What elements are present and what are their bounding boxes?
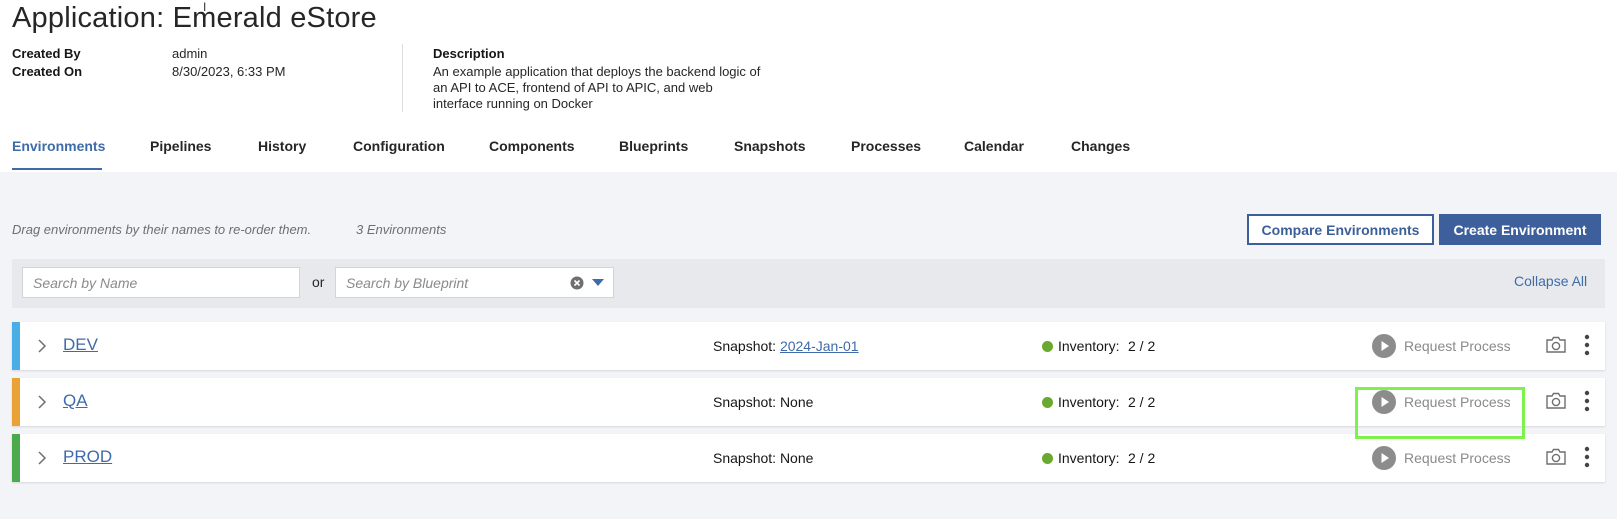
play-circle-icon <box>1372 390 1396 414</box>
camera-icon[interactable] <box>1545 335 1567 355</box>
chevron-right-icon[interactable] <box>36 450 48 466</box>
description-text: An example application that deploys the … <box>433 64 761 111</box>
snapshot-label: Snapshot: None <box>713 394 814 410</box>
play-circle-icon <box>1372 334 1396 358</box>
header-divider <box>402 44 403 112</box>
inventory-value: 2 / 2 <box>1128 450 1156 466</box>
page-title: Application: Emerald eStore <box>12 2 377 34</box>
environments-panel: Drag environments by their names to re-o… <box>0 172 1617 519</box>
environment-color-bar <box>12 378 20 426</box>
tab-changes[interactable]: Changes <box>1071 138 1130 154</box>
snapshot-link[interactable]: 2024-Jan-01 <box>780 338 859 354</box>
environment-row-qa: QA Snapshot: None Inventory: 2 / 2 Reque… <box>12 378 1605 426</box>
chevron-right-icon[interactable] <box>36 394 48 410</box>
environment-color-bar <box>12 322 20 370</box>
created-on-value: 8/30/2023, 6:33 PM <box>172 64 286 79</box>
chevron-right-icon[interactable] <box>36 338 48 354</box>
tab-history[interactable]: History <box>258 138 306 154</box>
filter-bar: or Search by Blueprint Collapse All <box>12 259 1605 308</box>
play-circle-icon <box>1372 446 1396 470</box>
tab-calendar[interactable]: Calendar <box>964 138 1024 154</box>
request-process-label: Request Process <box>1404 450 1511 466</box>
inventory-status-dot <box>1042 341 1053 352</box>
tab-configuration[interactable]: Configuration <box>353 138 445 154</box>
collapse-all-link[interactable]: Collapse All <box>1514 273 1587 289</box>
app-header: Application: Emerald eStore I Created By… <box>0 0 1617 172</box>
kebab-menu-icon[interactable] <box>1584 389 1590 413</box>
caret-down-icon[interactable] <box>592 279 604 287</box>
created-by-value: admin <box>172 46 208 61</box>
tab-blueprints[interactable]: Blueprints <box>619 138 688 154</box>
snapshot-label: Snapshot: <box>713 338 777 354</box>
request-process-label: Request Process <box>1404 394 1511 410</box>
tab-components[interactable]: Components <box>489 138 575 154</box>
created-by-label: Created By <box>12 46 81 61</box>
or-separator: or <box>312 274 325 290</box>
search-by-blueprint-select[interactable]: Search by Blueprint <box>335 267 614 298</box>
text-cursor-icon: I <box>203 0 207 14</box>
tab-environments[interactable]: Environments <box>12 138 105 154</box>
tab-bar: Environments Pipelines History Configura… <box>0 130 1617 172</box>
clear-circle-icon[interactable] <box>570 276 584 290</box>
tab-pipelines[interactable]: Pipelines <box>150 138 211 154</box>
tab-processes[interactable]: Processes <box>851 138 921 154</box>
kebab-menu-icon[interactable] <box>1584 445 1590 469</box>
blueprint-placeholder: Search by Blueprint <box>346 275 469 291</box>
environment-name-link[interactable]: QA <box>63 391 88 411</box>
inventory-label: Inventory: <box>1058 338 1120 354</box>
request-process-button[interactable]: Request Process <box>1372 334 1511 358</box>
snapshot-info: Snapshot: 2024-Jan-01 <box>713 338 859 354</box>
reorder-hint: Drag environments by their names to re-o… <box>12 222 312 237</box>
inventory-value: 2 / 2 <box>1128 338 1156 354</box>
created-on-label: Created On <box>12 64 83 79</box>
inventory-label: Inventory: <box>1058 450 1120 466</box>
environment-row-prod: PROD Snapshot: None Inventory: 2 / 2 Req… <box>12 434 1605 482</box>
environment-color-bar <box>12 434 20 482</box>
description-label: Description <box>433 46 505 61</box>
environment-row-dev: DEV Snapshot: 2024-Jan-01 Inventory: 2 /… <box>12 322 1605 370</box>
request-process-button[interactable]: Request Process <box>1372 390 1511 414</box>
inventory-value: 2 / 2 <box>1128 394 1156 410</box>
inventory-status-dot <box>1042 453 1053 464</box>
environment-name-link[interactable]: PROD <box>63 447 112 467</box>
compare-environments-button[interactable]: Compare Environments <box>1247 214 1434 245</box>
snapshot-label: Snapshot: None <box>713 450 814 466</box>
environment-count: 3 Environments <box>356 222 447 237</box>
camera-icon[interactable] <box>1545 447 1567 467</box>
camera-icon[interactable] <box>1545 391 1567 411</box>
active-tab-indicator <box>12 168 102 170</box>
request-process-label: Request Process <box>1404 338 1511 354</box>
tab-snapshots[interactable]: Snapshots <box>734 138 806 154</box>
inventory-label: Inventory: <box>1058 394 1120 410</box>
environment-name-link[interactable]: DEV <box>63 335 98 355</box>
inventory-status-dot <box>1042 397 1053 408</box>
kebab-menu-icon[interactable] <box>1584 333 1590 357</box>
create-environment-button[interactable]: Create Environment <box>1439 214 1601 245</box>
request-process-button[interactable]: Request Process <box>1372 446 1511 470</box>
search-by-name-input[interactable] <box>22 267 300 298</box>
